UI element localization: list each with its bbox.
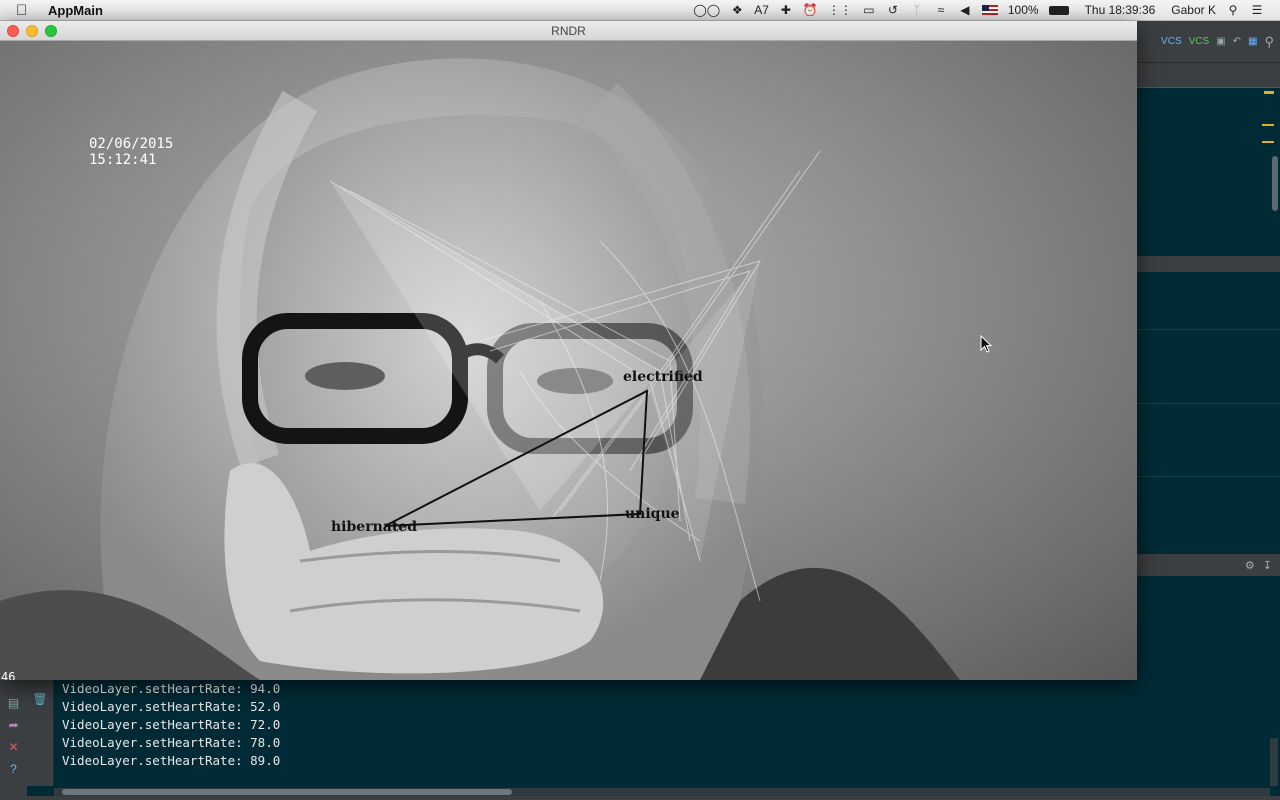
volume-icon[interactable]: ◀	[958, 3, 972, 17]
scroll-thumb[interactable]	[62, 789, 512, 795]
console-left-toolbar: ▤ ➦ ✕ ?	[0, 678, 27, 800]
help-icon[interactable]: ?	[10, 762, 17, 776]
time-text: 15:12:41	[89, 152, 157, 168]
console-line: VideoLayer.setHeartRate: 72.0	[62, 717, 281, 732]
console-line: VideoLayer.setHeartRate: 78.0	[62, 735, 281, 750]
battery-icon[interactable]	[1048, 5, 1069, 15]
adobe-badge-count: 7	[762, 3, 769, 17]
zoom-window-button[interactable]	[45, 25, 57, 37]
us-flag-icon[interactable]	[981, 5, 998, 15]
ide-toolbar: VCS VCS ▣ ↶ ▦ ⚲	[1137, 21, 1280, 63]
plus-icon[interactable]: ✚	[779, 3, 793, 17]
settings-gear-icon[interactable]: ⚙	[1245, 559, 1255, 572]
console-actions: 🗑	[27, 678, 54, 786]
editor-scrollbar[interactable]	[1272, 156, 1278, 211]
error-stripe-marker[interactable]	[1262, 124, 1274, 126]
layout-icon[interactable]: ▤	[8, 696, 19, 710]
console-line: VideoLayer.setHeartRate: 52.0	[62, 699, 281, 714]
divider	[1137, 476, 1280, 477]
error-stripe-marker[interactable]	[1262, 141, 1274, 143]
timestamp-overlay: 02/06/2015 15:12:41	[89, 136, 173, 168]
fps-counter: 46	[1, 670, 16, 680]
rndr-window: RNDR 02/06/2015 15:12:41 electrified uni…	[0, 21, 1137, 680]
word-label-unique: unique	[625, 506, 680, 522]
window-titlebar[interactable]: RNDR	[0, 21, 1137, 41]
close-icon[interactable]: ✕	[8, 740, 18, 754]
pin-icon[interactable]: ➦	[8, 718, 18, 732]
apple-menu-icon[interactable]: 	[16, 2, 34, 19]
word-label-hibernated: hibernated	[331, 519, 417, 535]
hide-panel-icon[interactable]: ↧	[1263, 559, 1272, 572]
minimize-window-button[interactable]	[26, 25, 38, 37]
vcs-commit-icon[interactable]: VCS	[1189, 36, 1210, 47]
divider	[1137, 403, 1280, 404]
left-eye	[305, 362, 385, 390]
console-output[interactable]: VideoLayer.setHeartRate: 94.0 VideoLayer…	[62, 680, 280, 770]
divider	[1137, 329, 1280, 330]
user-menu[interactable]: Gabor K	[1171, 3, 1216, 17]
bluetooth-icon[interactable]: ᛉ	[910, 3, 924, 17]
grid-icon[interactable]: ⋮⋮	[828, 3, 852, 17]
dropbox-icon[interactable]: ❖	[730, 3, 744, 17]
status-menus: ◯◯ ❖ A7 ✚ ⏰ ⋮⋮ ▭ ↺ ᛉ ≈ ◀ 100% Thu 18:39:…	[693, 3, 1280, 17]
console-line: VideoLayer.setHeartRate: 89.0	[62, 753, 281, 768]
run-panel-header: ⚙ ↧	[1137, 554, 1280, 576]
wifi-icon[interactable]: ≈	[934, 3, 948, 17]
airplay-icon[interactable]: ▭	[862, 3, 876, 17]
notification-center-icon[interactable]: ☰	[1250, 3, 1264, 17]
clock[interactable]: Thu 18:39:36	[1085, 3, 1156, 17]
alarm-icon[interactable]: ⏰	[803, 3, 818, 17]
app-menu[interactable]: AppMain	[48, 3, 103, 18]
run-console: ▤ ➦ ✕ ? 🗑 VideoLayer.setHeartRate: 94.0 …	[0, 678, 1280, 800]
console-line: VideoLayer.setHeartRate: 94.0	[62, 681, 281, 696]
ide-tab-bar	[1137, 63, 1280, 88]
error-stripe-marker[interactable]	[1264, 91, 1274, 94]
status-bar	[0, 796, 1280, 800]
battery-percent[interactable]: 100%	[1008, 3, 1039, 17]
menu-bar:  AppMain ◯◯ ❖ A7 ✚ ⏰ ⋮⋮ ▭ ↺ ᛉ ≈ ◀ 100% …	[0, 0, 1280, 21]
vcs-update-icon[interactable]: VCS	[1161, 36, 1182, 47]
revert-icon[interactable]: ↶	[1233, 36, 1241, 47]
compare-icon[interactable]: ▣	[1216, 36, 1225, 47]
close-window-button[interactable]	[7, 25, 19, 37]
video-canvas[interactable]: 02/06/2015 15:12:41 electrified unique h…	[0, 41, 1137, 680]
window-title: RNDR	[551, 24, 586, 38]
ide-splitter[interactable]	[1137, 256, 1280, 272]
search-icon[interactable]: ⚲	[1264, 34, 1274, 50]
mouse-pointer-icon	[980, 335, 992, 353]
adobe-icon[interactable]: A7	[754, 3, 769, 17]
console-vertical-scrollbar[interactable]	[1270, 738, 1278, 786]
trash-icon[interactable]: 🗑	[32, 692, 47, 706]
console-horizontal-scrollbar[interactable]	[54, 788, 1270, 796]
structure-icon[interactable]: ▦	[1248, 36, 1257, 47]
word-label-electrified: electrified	[623, 369, 703, 385]
date-text: 02/06/2015	[89, 136, 174, 152]
spotlight-search-icon[interactable]: ⚲	[1226, 3, 1240, 17]
time-machine-icon[interactable]: ↺	[886, 3, 900, 17]
glasses-icon[interactable]: ◯◯	[693, 3, 720, 17]
